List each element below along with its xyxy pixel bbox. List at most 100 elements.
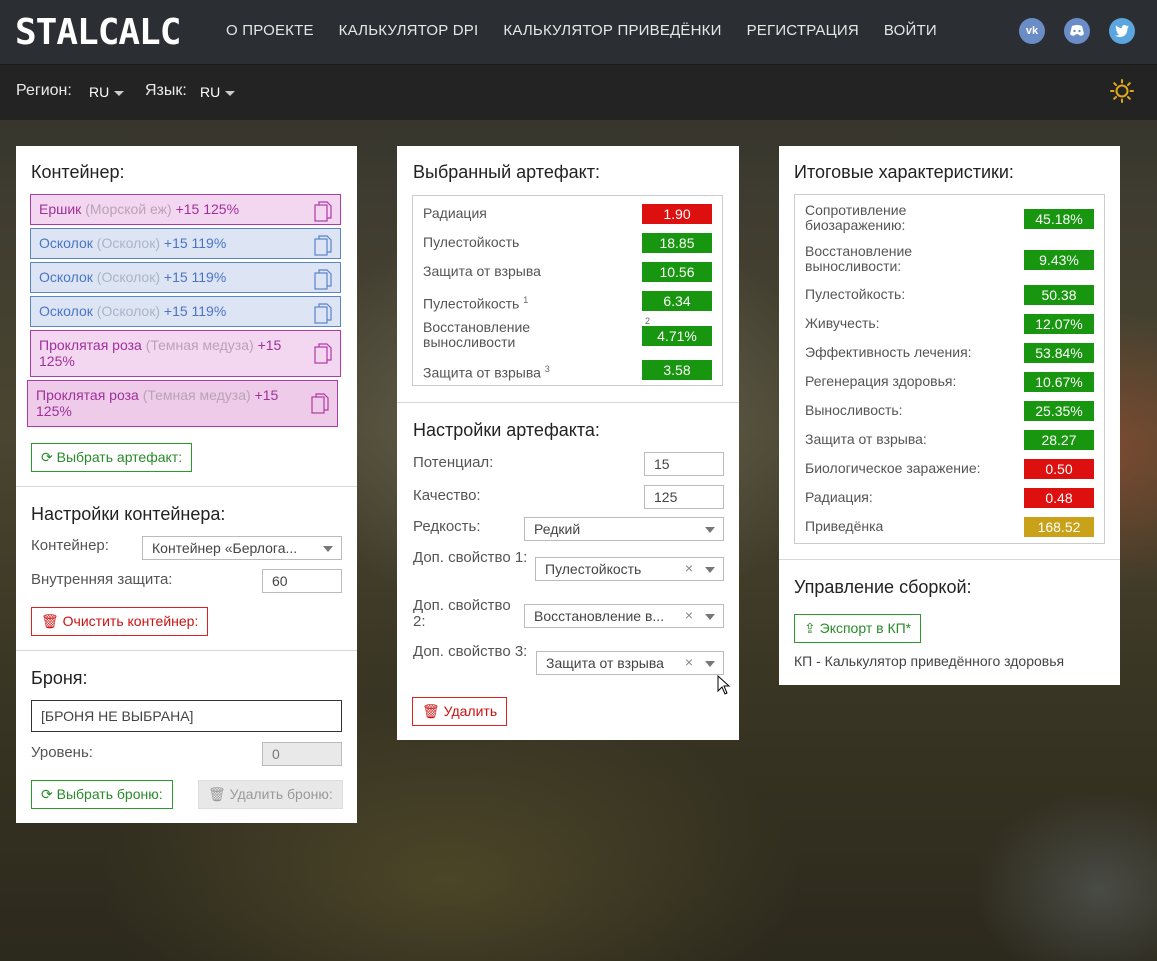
vk-icon[interactable]: vk xyxy=(1019,18,1045,44)
copy-icon[interactable] xyxy=(314,269,332,291)
divider xyxy=(16,486,357,487)
chevron-down-icon xyxy=(705,661,715,667)
stat-row: Радиация 1.90 xyxy=(423,204,712,224)
divider xyxy=(16,650,357,651)
container-select[interactable]: Контейнер «Берлога... xyxy=(142,536,342,560)
artifact-panel: Выбранный артефакт: Радиация 1.90 Пулест… xyxy=(397,146,739,740)
copy-icon[interactable] xyxy=(314,235,332,257)
stat-row: Радиация: 0.48 xyxy=(805,488,1094,508)
stat-row: Регенерация здоровья: 10.67% xyxy=(805,372,1094,392)
clear-icon[interactable]: × xyxy=(685,607,693,623)
trash-icon: 🗑 xyxy=(422,703,440,719)
stat-row: Защита от взрыва 10.56 xyxy=(423,262,712,282)
results-title: Итоговые характеристики: xyxy=(794,162,1014,182)
settings-bar: Регион: RU Язык: RU xyxy=(0,64,1157,120)
selected-artifact-title: Выбранный артефакт: xyxy=(413,162,600,182)
nav-links: О ПРОЕКТЕ КАЛЬКУЛЯТОР DPI КАЛЬКУЛЯТОР ПР… xyxy=(226,22,962,39)
chevron-down-icon xyxy=(323,546,333,552)
language-label: Язык: xyxy=(145,82,187,99)
refresh-icon: ⟳ xyxy=(41,449,53,465)
chevron-down-icon xyxy=(114,90,125,96)
artifact-stats-box: Радиация 1.90 Пулестойкость 18.85 Защита… xyxy=(412,195,723,386)
copy-icon[interactable] xyxy=(314,343,332,365)
stat-row: Сопротивление биозаражению: 45.18% xyxy=(805,203,1094,235)
artifact-slot-1[interactable]: Ершик (Морской еж) +15 125% xyxy=(30,194,341,225)
artifact-slot-5[interactable]: Проклятая роза (Темная медуза) +15 125% xyxy=(30,330,341,377)
stat-row: Защита от взрыва 3 3.58 xyxy=(423,360,712,380)
results-panel: Итоговые характеристики: Сопротивление б… xyxy=(779,146,1120,685)
top-navbar: STALCALC О ПРОЕКТЕ КАЛЬКУЛЯТОР DPI КАЛЬК… xyxy=(0,0,1157,64)
container-label: Контейнер: xyxy=(31,537,109,554)
armor-title: Броня: xyxy=(31,668,88,688)
nav-link-dpi-calculator[interactable]: КАЛЬКУЛЯТОР DPI xyxy=(339,22,479,39)
quality-input[interactable]: 125 xyxy=(644,485,724,509)
artifact-slot-3[interactable]: Осколок (Осколок) +15 119% xyxy=(30,262,341,293)
container-title: Контейнер: xyxy=(31,162,125,182)
clear-icon[interactable]: × xyxy=(685,654,693,670)
artifact-slot-4[interactable]: Осколок (Осколок) +15 119% xyxy=(30,296,341,327)
nav-link-login[interactable]: ВОЙТИ xyxy=(884,22,937,39)
nav-link-effective-hp-calculator[interactable]: КАЛЬКУЛЯТОР ПРИВЕДЁНКИ xyxy=(503,22,721,39)
chevron-down-icon xyxy=(705,614,715,620)
container-panel: Контейнер: Ершик (Морской еж) +15 125% О… xyxy=(16,146,357,823)
clear-icon[interactable]: × xyxy=(685,560,693,576)
site-logo[interactable]: STALCALC xyxy=(15,12,181,53)
divider xyxy=(779,559,1120,560)
select-armor-button[interactable]: ⟳ Выбрать броню: xyxy=(31,780,173,809)
nav-link-register[interactable]: РЕГИСТРАЦИЯ xyxy=(747,22,859,39)
extra-property-1-select[interactable]: Пулестойкость × xyxy=(535,557,724,581)
stat-row: Пулестойкость: 50.38 xyxy=(805,285,1094,305)
stat-row: Живучесть: 12.07% xyxy=(805,314,1094,334)
stat-row: Пулестойкость 18.85 xyxy=(423,233,712,253)
copy-icon[interactable] xyxy=(314,201,332,223)
select-artifact-button[interactable]: ⟳ Выбрать артефакт: xyxy=(31,443,193,472)
potential-label: Потенциал: xyxy=(413,454,494,471)
mouse-cursor-icon xyxy=(717,675,731,695)
discord-icon[interactable] xyxy=(1064,18,1090,44)
container-settings-title: Настройки контейнера: xyxy=(31,504,226,524)
delete-artifact-button[interactable]: 🗑 Удалить xyxy=(412,697,508,726)
extra-property-2-label: Доп. свойство 2: xyxy=(413,597,511,630)
footnote: КП - Калькулятор приведённого здоровья xyxy=(794,653,1065,669)
language-select[interactable]: RU xyxy=(200,84,236,100)
extra-property-3-label: Доп. свойство 3: xyxy=(413,643,528,660)
results-stats-box: Сопротивление биозаражению: 45.18% Восст… xyxy=(794,194,1105,544)
extra-property-3-select[interactable]: Защита от взрыва × xyxy=(536,651,724,675)
artifact-slot-6[interactable]: Проклятая роза (Темная медуза) +15 125% xyxy=(27,380,338,427)
artifact-slot-2[interactable]: Осколок (Осколок) +15 119% xyxy=(30,228,341,259)
stat-row: Пулестойкость 1 6.34 xyxy=(423,291,712,311)
inner-protection-input[interactable]: 60 xyxy=(262,569,342,593)
stat-row: Приведёнка 168.52 xyxy=(805,517,1094,537)
extra-property-2-select[interactable]: Восстановление в... × xyxy=(524,604,724,628)
copy-icon[interactable] xyxy=(311,393,329,415)
region-label: Регион: xyxy=(16,82,72,99)
rarity-label: Редкость: xyxy=(413,518,481,535)
quality-label: Качество: xyxy=(413,487,481,504)
stat-row: Защита от взрыва: 28.27 xyxy=(805,430,1094,450)
build-management-title: Управление сборкой: xyxy=(794,577,972,597)
region-select[interactable]: RU xyxy=(89,84,125,100)
copy-icon[interactable] xyxy=(314,303,332,325)
divider xyxy=(397,402,739,403)
sun-icon[interactable] xyxy=(1110,79,1134,103)
chevron-down-icon xyxy=(705,527,715,533)
chevron-down-icon xyxy=(705,567,715,573)
clear-container-button[interactable]: 🗑 Очистить контейнер: xyxy=(31,607,209,636)
armor-field[interactable]: [БРОНЯ НЕ ВЫБРАНА] xyxy=(31,700,342,732)
level-input: 0 xyxy=(262,742,342,766)
twitter-icon[interactable] xyxy=(1109,18,1135,44)
rarity-select[interactable]: Редкий xyxy=(524,517,724,541)
level-label: Уровень: xyxy=(31,744,93,761)
artifact-settings-title: Настройки артефакта: xyxy=(413,420,600,440)
upload-icon: ⇪ xyxy=(804,620,816,636)
chevron-down-icon xyxy=(225,90,236,96)
extra-property-1-label: Доп. свойство 1: xyxy=(413,549,528,566)
stat-row: Биологическое заражение: 0.50 xyxy=(805,459,1094,479)
potential-input[interactable]: 15 xyxy=(644,452,724,476)
inner-protection-label: Внутренняя защита: xyxy=(31,571,173,588)
stat-row: Восстановление выносливости: 9.43% xyxy=(805,244,1094,276)
export-button[interactable]: ⇪ Экспорт в КП* xyxy=(794,614,922,643)
delete-armor-button[interactable]: 🗑 Удалить броню: xyxy=(198,780,343,809)
stat-row: Выносливость: 25.35% xyxy=(805,401,1094,421)
nav-link-about[interactable]: О ПРОЕКТЕ xyxy=(226,22,314,39)
